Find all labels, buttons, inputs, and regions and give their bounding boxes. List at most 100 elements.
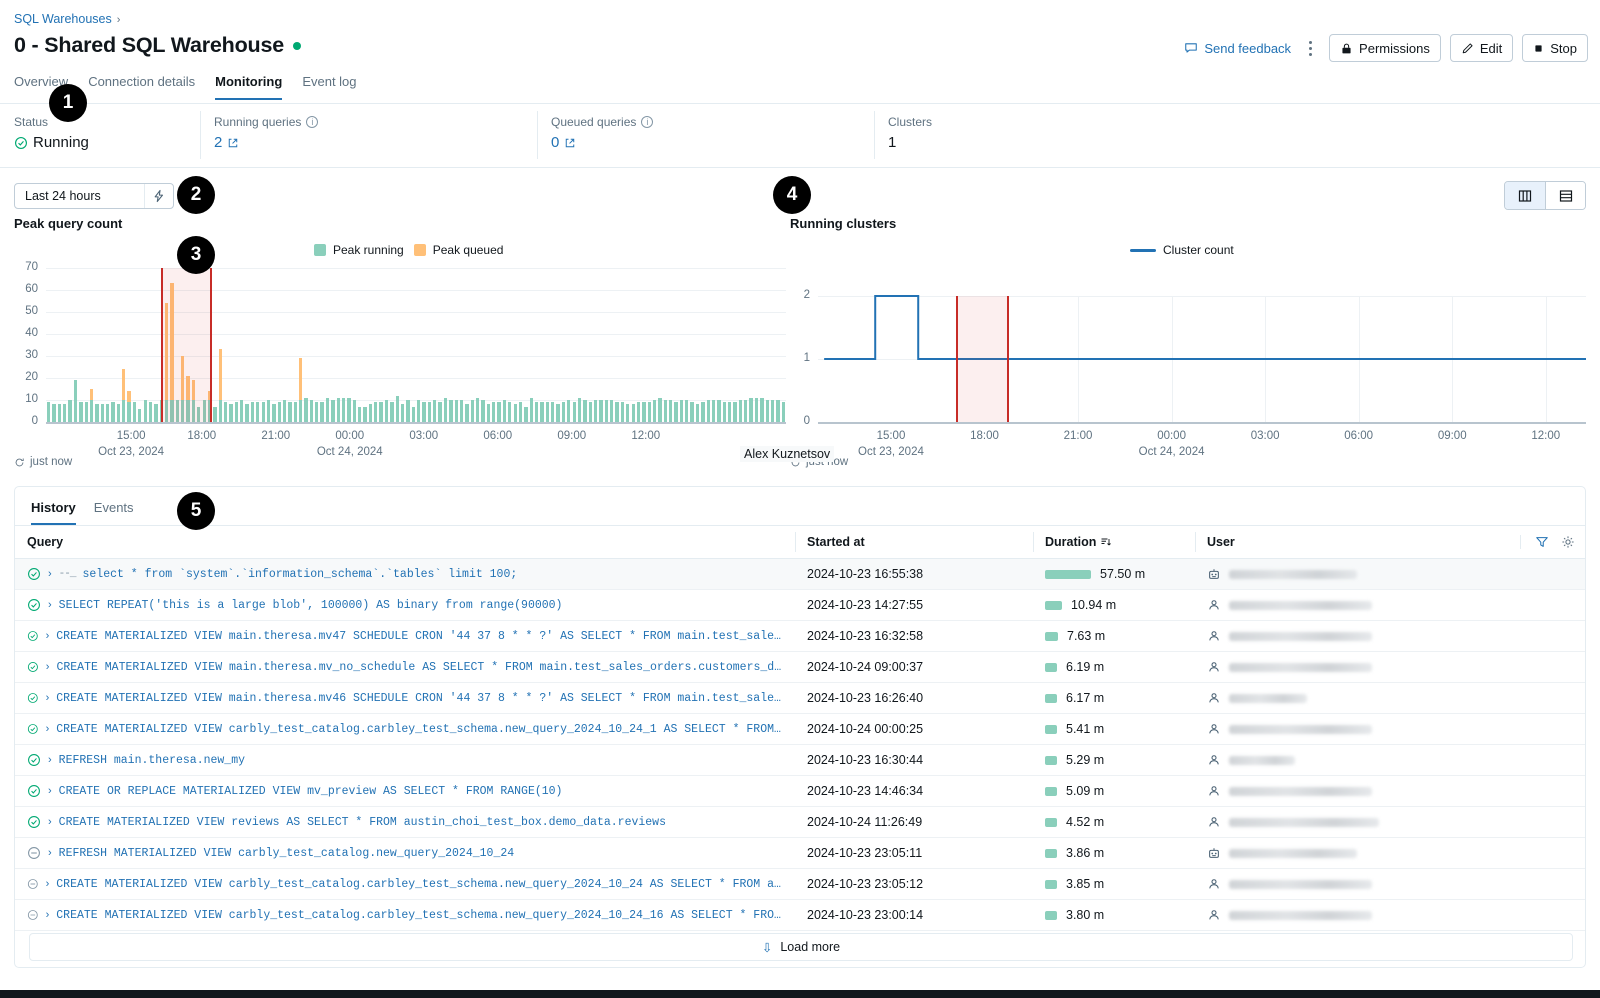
cell-query[interactable]: › --_ select * from `system`.`information_…: [15, 558, 795, 590]
bar[interactable]: [154, 404, 158, 422]
bar[interactable]: [223, 402, 228, 422]
query-text[interactable]: REFRESH main.theresa.new_my: [59, 754, 245, 767]
bar[interactable]: [427, 402, 432, 422]
bar[interactable]: [358, 406, 362, 422]
bar[interactable]: [567, 400, 571, 422]
bar[interactable]: [658, 397, 662, 422]
bar[interactable]: [679, 400, 684, 422]
column-header-user[interactable]: User: [1195, 526, 1585, 559]
bar[interactable]: [733, 402, 737, 422]
bar[interactable]: [615, 402, 619, 422]
bar[interactable]: [213, 406, 217, 422]
info-icon[interactable]: i: [641, 116, 654, 128]
cell-query[interactable]: › REFRESH MATERIALIZED VIEW carbly_test_c…: [15, 837, 795, 869]
query-text[interactable]: CREATE MATERIALIZED VIEW carbly_test_cat…: [56, 909, 783, 922]
bar[interactable]: [261, 402, 265, 422]
bar[interactable]: [524, 406, 528, 422]
bar[interactable]: [277, 402, 281, 422]
bar[interactable]: [738, 400, 743, 422]
query-text[interactable]: SELECT REPEAT('this is a large blob', 10…: [59, 599, 563, 612]
bar[interactable]: [695, 404, 700, 422]
tab-connection-details[interactable]: Connection details: [88, 74, 195, 100]
bar[interactable]: [652, 400, 657, 422]
selection-band[interactable]: [955, 296, 1008, 422]
expand-chevron-icon[interactable]: ›: [48, 599, 52, 611]
expand-chevron-icon[interactable]: ›: [46, 692, 50, 704]
load-more-button[interactable]: ⇩ Load more: [29, 933, 1573, 961]
table-row[interactable]: › CREATE MATERIALIZED VIEW carbly_test_ca…: [15, 899, 1585, 931]
permissions-button[interactable]: Permissions: [1329, 34, 1441, 62]
expand-chevron-icon[interactable]: ›: [48, 847, 52, 859]
bar[interactable]: [68, 400, 72, 422]
bar[interactable]: [749, 397, 753, 422]
bar[interactable]: [588, 402, 592, 422]
bar[interactable]: [73, 380, 78, 422]
columns-view-icon[interactable]: [1505, 182, 1545, 209]
card-tab-events[interactable]: Events: [94, 500, 134, 525]
bar[interactable]: [315, 402, 319, 422]
bar[interactable]: [728, 402, 732, 422]
expand-chevron-icon[interactable]: ›: [46, 723, 50, 735]
bar[interactable]: [449, 400, 453, 422]
send-feedback-button[interactable]: Send feedback: [1184, 41, 1291, 56]
external-link-icon[interactable]: [227, 137, 239, 149]
gear-icon[interactable]: [1561, 535, 1575, 549]
cell-query[interactable]: › CREATE MATERIALIZED VIEW main.theresa.m…: [15, 620, 795, 652]
expand-chevron-icon[interactable]: ›: [46, 909, 50, 921]
stop-button[interactable]: Stop: [1522, 34, 1588, 62]
bar[interactable]: [529, 397, 533, 422]
bar[interactable]: [481, 400, 485, 422]
bar[interactable]: [717, 400, 721, 422]
cell-query[interactable]: › SELECT REPEAT('this is a large blob', 1…: [15, 589, 795, 621]
bar[interactable]: [116, 404, 121, 422]
table-row[interactable]: › --_ select * from `system`.`information_…: [15, 558, 1585, 590]
bar[interactable]: [422, 402, 426, 422]
expand-chevron-icon[interactable]: ›: [46, 878, 50, 890]
tab-event-log[interactable]: Event log: [302, 74, 356, 100]
bar[interactable]: [52, 404, 56, 422]
bar[interactable]: [229, 404, 233, 422]
bar[interactable]: [577, 397, 582, 422]
bar[interactable]: [781, 402, 785, 422]
query-text[interactable]: CREATE MATERIALIZED VIEW carbly_test_cat…: [56, 878, 783, 891]
bar[interactable]: [626, 404, 630, 422]
bar[interactable]: [642, 402, 646, 422]
bar[interactable]: [470, 400, 474, 422]
bar[interactable]: [556, 404, 560, 422]
bar[interactable]: [240, 400, 244, 422]
bar[interactable]: [518, 402, 523, 422]
bar[interactable]: [540, 402, 544, 422]
bar[interactable]: [384, 400, 389, 422]
bar[interactable]: [722, 402, 726, 422]
sort-desc-icon[interactable]: [1100, 536, 1112, 548]
bar[interactable]: [706, 400, 710, 422]
bar[interactable]: [245, 404, 249, 422]
expand-chevron-icon[interactable]: ›: [48, 785, 52, 797]
bar[interactable]: [57, 404, 62, 422]
bar[interactable]: [320, 402, 324, 422]
cell-query[interactable]: › CREATE MATERIALIZED VIEW reviews AS SEL…: [15, 806, 795, 838]
cell-query[interactable]: › CREATE OR REPLACE MATERIALIZED VIEW mv_…: [15, 775, 795, 807]
bar[interactable]: [583, 400, 587, 422]
bar[interactable]: [690, 402, 694, 422]
bar[interactable]: [218, 349, 222, 422]
legend-item[interactable]: Peak queued: [413, 243, 503, 257]
bar[interactable]: [379, 402, 383, 422]
column-header-duration[interactable]: Duration: [1033, 526, 1195, 559]
bar[interactable]: [711, 400, 716, 422]
table-row[interactable]: › CREATE MATERIALIZED VIEW main.theresa.m…: [15, 651, 1585, 683]
bar[interactable]: [593, 400, 598, 422]
bar[interactable]: [293, 402, 297, 422]
bar[interactable]: [513, 404, 517, 422]
more-options-button[interactable]: [1300, 37, 1320, 59]
bar[interactable]: [674, 402, 678, 422]
query-text[interactable]: CREATE OR REPLACE MATERIALIZED VIEW mv_p…: [59, 785, 563, 798]
stat-value[interactable]: 2: [214, 134, 523, 151]
bar[interactable]: [374, 402, 378, 422]
bar[interactable]: [234, 402, 238, 422]
bar[interactable]: [551, 402, 555, 422]
bar[interactable]: [400, 404, 405, 422]
bar[interactable]: [336, 397, 340, 422]
table-row[interactable]: › CREATE MATERIALIZED VIEW carbly_test_ca…: [15, 713, 1585, 745]
expand-chevron-icon[interactable]: ›: [46, 630, 50, 642]
